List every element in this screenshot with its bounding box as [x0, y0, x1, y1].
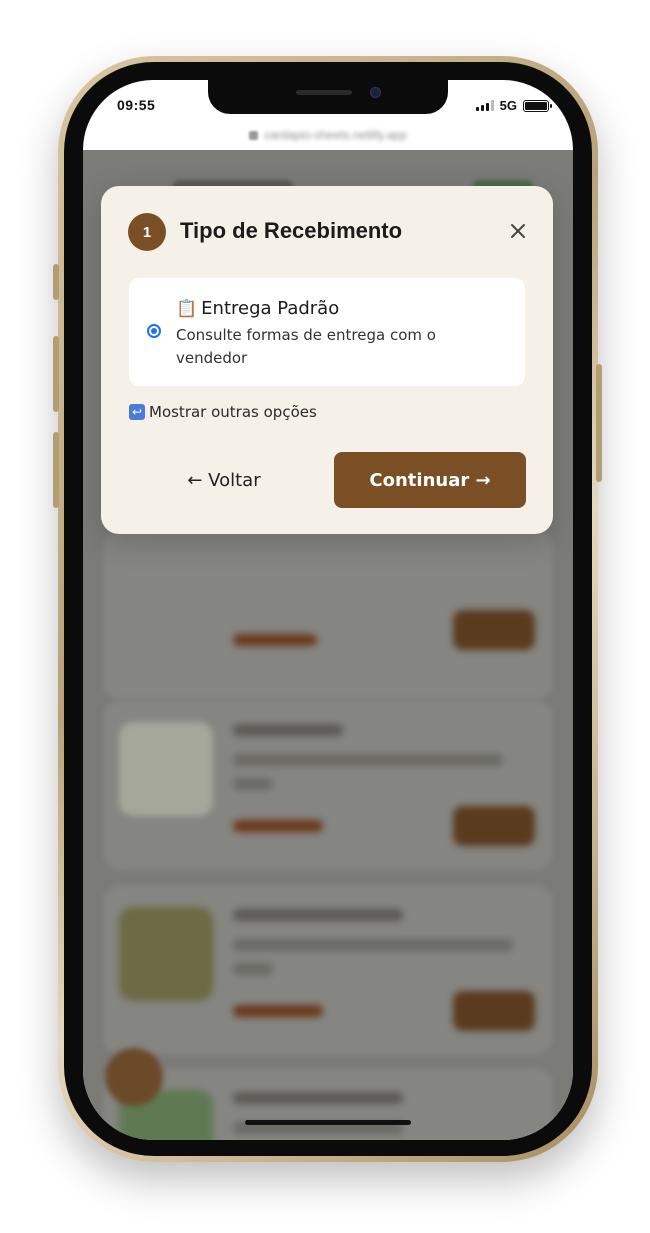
bg-cart-fab: [105, 1048, 163, 1106]
signal-bars-icon: [475, 100, 494, 111]
status-time: 09:55: [117, 97, 156, 113]
option-description: Consulte formas de entrega com o vendedo…: [176, 326, 436, 367]
bg-product-card: [103, 1068, 553, 1140]
close-icon[interactable]: [505, 218, 531, 244]
mute-switch: [53, 264, 59, 300]
phone-screen: 09:55 5G cardapio-sheets.netlify.app 1 T…: [83, 80, 573, 1140]
option-radio[interactable]: [147, 324, 161, 338]
notch: [208, 80, 448, 114]
option-title: Entrega Padrão: [201, 298, 340, 319]
status-indicators: 5G: [475, 98, 552, 113]
more-options-label: Mostrar outras opções: [149, 403, 317, 421]
camera: [370, 87, 381, 98]
delivery-type-modal: 1 Tipo de Recebimento 📋 Entrega Padrão C…: [101, 186, 553, 534]
back-button[interactable]: ← Voltar: [129, 452, 319, 508]
lock-icon: [249, 130, 259, 140]
continue-button[interactable]: Continuar →: [334, 452, 526, 508]
power-button: [596, 364, 602, 482]
show-more-options-link[interactable]: ↩ Mostrar outras opções: [129, 403, 317, 421]
bg-product-card: [103, 530, 553, 700]
modal-title: Tipo de Recebimento: [180, 218, 403, 243]
volume-down-button: [53, 432, 59, 508]
network-type: 5G: [499, 98, 517, 113]
bg-product-card: [103, 700, 553, 870]
option-header: 📋 Entrega Padrão: [176, 298, 339, 319]
step-badge: 1: [128, 213, 166, 251]
battery-icon: [523, 99, 552, 112]
option-standard-delivery[interactable]: 📋 Entrega Padrão Consulte formas de entr…: [129, 278, 525, 386]
browser-url-bar[interactable]: cardapio-sheets.netlify.app: [83, 120, 573, 150]
speaker: [296, 90, 352, 95]
url-text: cardapio-sheets.netlify.app: [264, 128, 407, 142]
clipboard-icon: 📋: [176, 299, 198, 318]
return-icon: ↩: [129, 404, 145, 420]
volume-up-button: [53, 336, 59, 412]
home-indicator: [245, 1120, 411, 1125]
bg-product-card: [103, 885, 553, 1055]
